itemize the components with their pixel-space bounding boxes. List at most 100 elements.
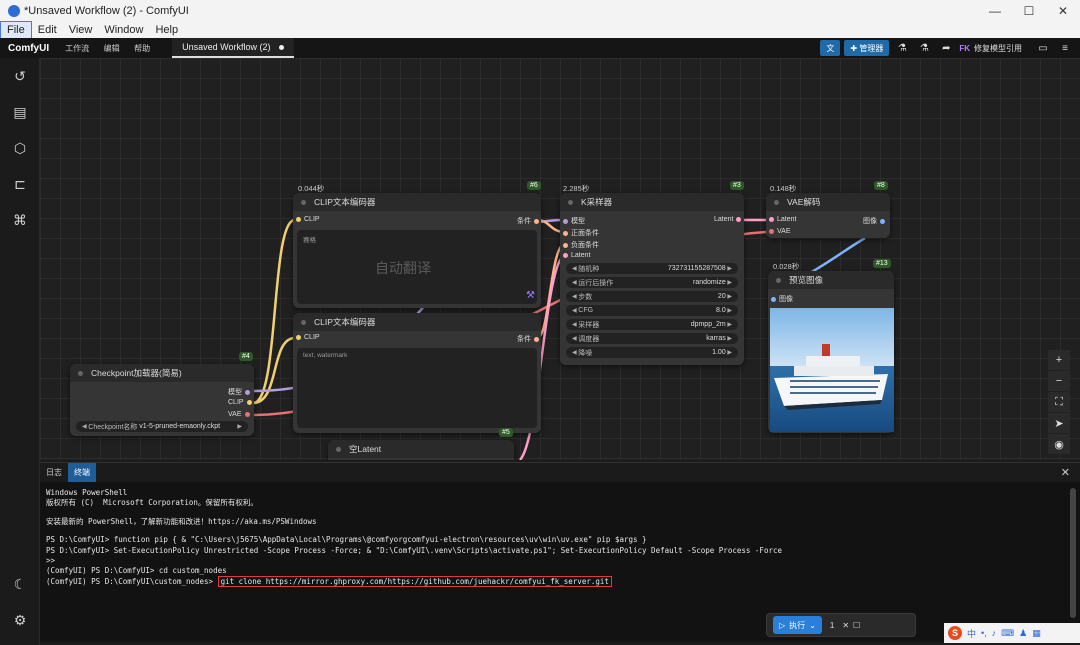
- ksampler-input-positive[interactable]: 正面条件: [563, 228, 599, 238]
- sogou-logo-icon[interactable]: S: [948, 626, 962, 640]
- vae-output-image[interactable]: 图像: [863, 216, 885, 226]
- tab-logs[interactable]: 日志: [40, 463, 68, 483]
- zoom-out-icon[interactable]: −: [1048, 371, 1070, 391]
- ksampler-input-model[interactable]: 模型: [563, 216, 585, 226]
- workflow-tab[interactable]: Unsaved Workflow (2): [172, 38, 294, 58]
- translate-button[interactable]: 文: [820, 40, 841, 56]
- empty-latent-node[interactable]: 空Latent: [328, 440, 514, 460]
- terminal-line: 安装最新的 PowerShell，了解新功能和改进！https://aka.ms…: [46, 516, 317, 526]
- fk-badge[interactable]: FK: [959, 44, 970, 53]
- ksampler-sampler-widget[interactable]: ◀ 采样器 dpmpp_2m ▶: [566, 319, 738, 330]
- terminal-output[interactable]: Windows PowerShell 版权所有 (C) Microsoft Co…: [40, 482, 1080, 642]
- vae-input-vae[interactable]: VAE: [769, 228, 791, 235]
- settings-gear-icon[interactable]: ⚙: [12, 612, 28, 628]
- menu-edit[interactable]: Edit: [32, 22, 63, 38]
- checkpoint-output-clip[interactable]: CLIP: [228, 399, 252, 406]
- terminal-scrollbar[interactable]: [1070, 488, 1076, 618]
- ksampler-output-latent[interactable]: Latent: [714, 216, 742, 223]
- ime-language[interactable]: 中: [967, 627, 976, 640]
- latent-id-badge: #5: [499, 428, 513, 437]
- ksampler-control-widget[interactable]: ◀ 运行后操作 randomize ▶: [566, 277, 738, 288]
- ime-skin-icon[interactable]: ♟: [1019, 628, 1027, 639]
- maximize-button[interactable]: ☐: [1012, 0, 1046, 22]
- menu-help-app[interactable]: 帮助: [128, 44, 156, 53]
- queue-run-bar: ▷ 执行 ⌄ 1 ✕ ☐: [766, 613, 916, 637]
- node-library-icon[interactable]: ▤: [12, 104, 28, 120]
- vae-title: VAE解码: [787, 197, 821, 207]
- app-header: ComfyUI 工作流 编辑 帮助 Unsaved Workflow (2) 文…: [0, 38, 1080, 58]
- zoom-in-icon[interactable]: +: [1048, 350, 1070, 370]
- tab-terminal[interactable]: 终端: [68, 462, 96, 483]
- preview-input-image[interactable]: 图像: [771, 294, 793, 304]
- window-title: *Unsaved Workflow (2) - ComfyUI: [24, 5, 189, 17]
- vae-input-latent[interactable]: Latent: [769, 216, 796, 223]
- translate-icon: 文: [826, 43, 835, 53]
- ksampler-denoise-widget[interactable]: ◀ 降噪 1.00 ▶: [566, 347, 738, 358]
- terminal-line: PS D:\ComfyUI> Set-ExecutionPolicy Unres…: [46, 545, 783, 555]
- chevron-down-icon[interactable]: ⌄: [809, 621, 816, 630]
- window-titlebar: *Unsaved Workflow (2) - ComfyUI — ☐ ✕: [0, 0, 1080, 22]
- close-panel-icon[interactable]: ✕: [1055, 463, 1080, 483]
- share-icon[interactable]: ➦: [937, 40, 955, 56]
- flask2-icon[interactable]: ⚗: [915, 40, 933, 56]
- checkpoint-output-model[interactable]: 模型: [228, 387, 250, 397]
- close-window-button[interactable]: ✕: [1046, 0, 1080, 22]
- model-library-icon[interactable]: ⬡: [12, 140, 28, 156]
- clip1-id-badge: #6: [527, 181, 541, 190]
- ksampler-seed-widget[interactable]: ◀ 随机种 732731155287508 ▶: [566, 263, 738, 274]
- menu-window[interactable]: Window: [98, 22, 149, 38]
- ime-keyboard-icon[interactable]: ⌨: [1001, 628, 1014, 639]
- ksampler-title: K采样器: [581, 197, 613, 207]
- ksampler-id-badge: #3: [730, 181, 744, 190]
- pointer-mode-icon[interactable]: ➤: [1048, 413, 1070, 433]
- fix-model-ref-button[interactable]: 修复模型引用: [974, 43, 1022, 54]
- workflows-folder-icon[interactable]: ⊏: [12, 176, 28, 192]
- minimize-button[interactable]: —: [978, 0, 1012, 22]
- unsaved-dot-icon: [278, 44, 284, 50]
- checkpoint-output-vae[interactable]: VAE: [228, 411, 250, 418]
- hamburger-menu-icon[interactable]: ≡: [1056, 40, 1074, 56]
- node-canvas[interactable]: 0.044秒 #6 CLIP文本编码器 CLIP 条件 赛格 自动翻译 ⚒ CL…: [40, 58, 1080, 460]
- clip1-input-clip[interactable]: CLIP: [296, 216, 320, 223]
- batch-count-input[interactable]: 1: [826, 621, 838, 630]
- menu-help[interactable]: Help: [149, 22, 184, 38]
- ime-mic-icon[interactable]: ♪: [992, 628, 997, 638]
- vae-id-badge: #8: [874, 181, 888, 190]
- panel-toggle-icon[interactable]: ▭: [1034, 40, 1052, 56]
- clip1-translate-icon[interactable]: ⚒: [526, 290, 535, 301]
- ksampler-input-latent[interactable]: Latent: [563, 252, 590, 259]
- terminal-line: 版权所有 (C) Microsoft Corporation。保留所有权利。: [46, 498, 258, 508]
- ksampler-cfg-widget[interactable]: ◀ CFG 8.0 ▶: [566, 305, 738, 316]
- clip2-input-clip[interactable]: CLIP: [296, 334, 320, 341]
- clip2-title: CLIP文本编码器: [314, 317, 376, 327]
- flask-icon[interactable]: ⚗: [893, 40, 911, 56]
- checkpoint-name-widget[interactable]: ◀ Checkpoint名称 v1-5-pruned-emaonly.ckpt ▶: [76, 421, 248, 432]
- fit-view-icon[interactable]: ⛶: [1048, 392, 1070, 412]
- menu-workflow[interactable]: 工作流: [59, 44, 95, 53]
- menu-file[interactable]: File: [0, 21, 32, 39]
- cancel-icon[interactable]: ✕: [842, 621, 849, 630]
- ksampler-scheduler-widget[interactable]: ◀ 调度器 karras ▶: [566, 333, 738, 344]
- toggle-links-eye-icon[interactable]: ◉: [1048, 434, 1070, 454]
- puzzle-icon: ✚: [850, 43, 860, 53]
- history-icon[interactable]: ↺: [12, 68, 28, 84]
- highlighted-git-clone-command[interactable]: git clone https://mirror.ghproxy.com/htt…: [217, 575, 612, 587]
- templates-icon[interactable]: ⌘: [12, 212, 28, 228]
- clip2-output-cond[interactable]: 条件: [517, 334, 539, 344]
- queue-stop-icon[interactable]: ☐: [853, 621, 860, 630]
- ime-punct-icon[interactable]: •,: [981, 628, 987, 638]
- manager-button[interactable]: ✚ 管理器: [844, 40, 890, 56]
- ksampler-steps-widget[interactable]: ◀ 步数 20 ▶: [566, 291, 738, 302]
- clip1-output-cond[interactable]: 条件: [517, 216, 539, 226]
- run-button[interactable]: ▷ 执行 ⌄: [773, 616, 822, 634]
- checkpoint-title: Checkpoint加载器(简易): [91, 368, 182, 378]
- theme-moon-icon[interactable]: ☾: [12, 576, 28, 592]
- terminal-line: >>: [46, 556, 56, 566]
- brand-logo[interactable]: ComfyUI: [0, 43, 59, 54]
- clip2-prompt-textarea[interactable]: text, watermark: [297, 348, 537, 428]
- ksampler-input-negative[interactable]: 负面条件: [563, 240, 599, 250]
- menu-view[interactable]: View: [63, 22, 99, 38]
- ime-grid-icon[interactable]: ▦: [1032, 628, 1041, 639]
- latent-title: 空Latent: [349, 444, 382, 454]
- menu-edit-app[interactable]: 编辑: [98, 44, 126, 53]
